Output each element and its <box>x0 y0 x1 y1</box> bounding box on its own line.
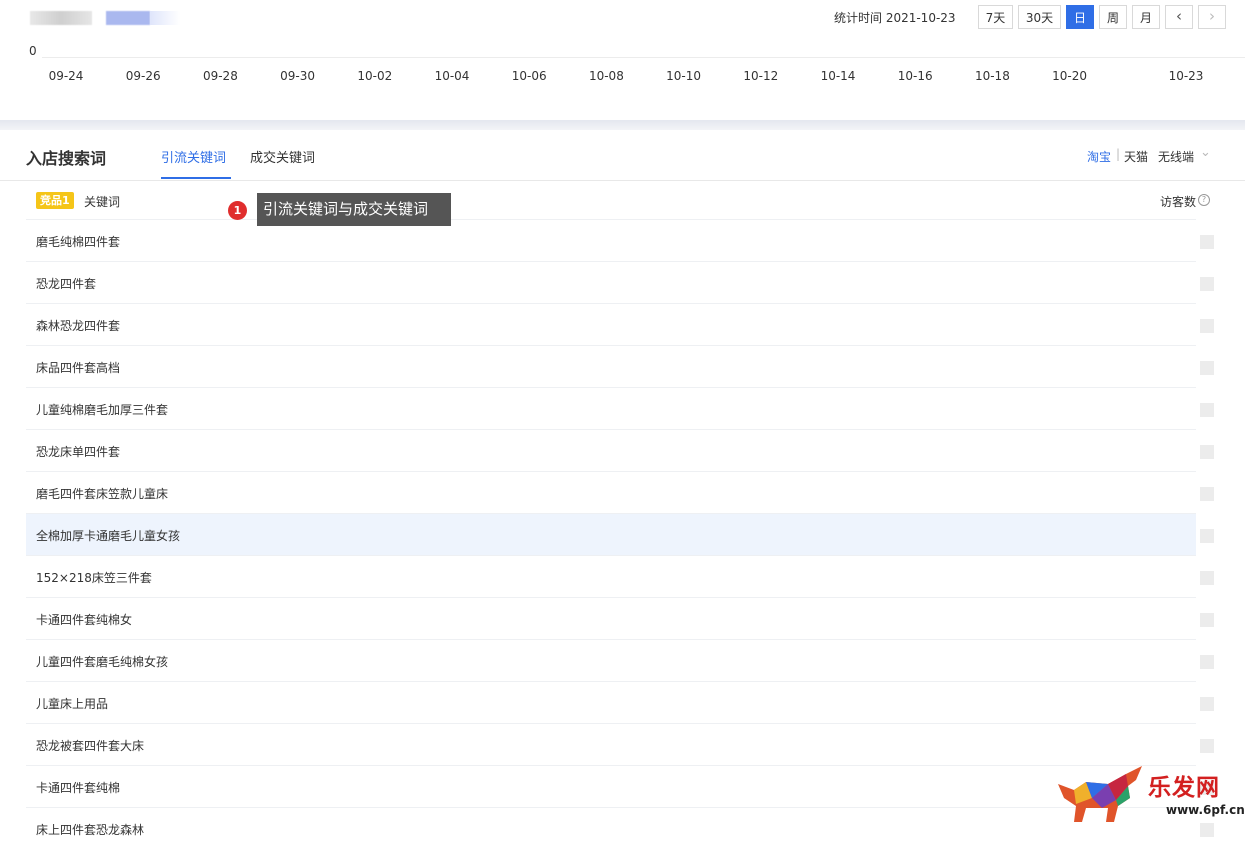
x-tick-label: 10-06 <box>511 69 547 83</box>
keyword-cell: 恐龙四件套 <box>36 277 97 291</box>
blurred-shop-name <box>30 11 92 25</box>
range-day-button[interactable]: 日 <box>1066 5 1094 29</box>
visitor-count-cell <box>1200 319 1214 333</box>
visitor-count-cell <box>1200 487 1214 501</box>
section-title: 入店搜索词 <box>26 149 107 168</box>
x-tick-label: 10-18 <box>974 69 1010 83</box>
platform-taobao[interactable]: 淘宝 <box>1087 148 1111 165</box>
x-tick-label: 10-10 <box>666 69 702 83</box>
keyword-cell: 卡通四件套纯棉女 <box>36 613 133 627</box>
visitor-count-cell <box>1200 361 1214 375</box>
question-circle-icon[interactable]: ? <box>1198 194 1210 206</box>
table-row[interactable]: 磨毛纯棉四件套 <box>26 219 1214 261</box>
y-axis-zero-label: 0 <box>29 44 37 58</box>
section-divider <box>0 120 1245 130</box>
table-row[interactable]: 磨毛四件套床笠款儿童床 <box>26 471 1214 513</box>
keyword-cell: 卡通四件套纯棉 <box>36 781 121 795</box>
x-tick-label: 10-04 <box>434 69 470 83</box>
table-row[interactable]: 152×218床笠三件套 <box>26 555 1214 597</box>
visitor-count-cell <box>1200 571 1214 585</box>
platform-separator: | <box>1116 147 1121 161</box>
stat-time: 统计时间 2021-10-23 <box>834 11 956 25</box>
table-row[interactable]: 恐龙被套四件套大床 <box>26 723 1214 765</box>
x-tick-label: 10-20 <box>1052 69 1088 83</box>
keyword-cell: 磨毛四件套床笠款儿童床 <box>36 487 169 501</box>
range-week-button[interactable]: 周 <box>1099 5 1127 29</box>
visitor-count-cell <box>1200 655 1214 669</box>
keyword-cell: 床品四件套高档 <box>36 361 121 375</box>
keyword-cell: 儿童床上用品 <box>36 697 109 711</box>
tab-deal-keywords[interactable]: 成交关键词 <box>250 147 315 166</box>
x-tick-label: 10-14 <box>820 69 856 83</box>
keyword-cell: 恐龙床单四件套 <box>36 445 121 459</box>
visitor-count-cell <box>1200 823 1214 837</box>
table-row[interactable]: 卡通四件套纯棉女 <box>26 597 1214 639</box>
visitor-count-cell <box>1200 235 1214 249</box>
table-row[interactable]: 儿童四件套磨毛纯棉女孩 <box>26 639 1214 681</box>
trend-chart: 0 09-24 09-26 09-28 09-30 10-02 10-04 10-06 10-… <box>0 40 1245 120</box>
visitor-count-cell <box>1200 739 1214 753</box>
range-7d-button[interactable]: 7天 <box>978 5 1013 29</box>
visitor-count-cell <box>1200 403 1214 417</box>
table-row[interactable]: 全棉加厚卡通磨毛儿童女孩 <box>26 513 1214 555</box>
active-tab-indicator <box>161 177 231 179</box>
table-row[interactable]: 恐龙四件套 <box>26 261 1214 303</box>
keyword-cell: 森林恐龙四件套 <box>36 319 121 333</box>
table-row[interactable]: 儿童床上用品 <box>26 681 1214 723</box>
annotation-tooltip: 引流关键词与成交关键词 <box>257 193 451 226</box>
x-tick-label: 10-16 <box>897 69 933 83</box>
keyword-cell: 全棉加厚卡通磨毛儿童女孩 <box>36 529 181 543</box>
range-month-button[interactable]: 月 <box>1132 5 1160 29</box>
keyword-cell: 儿童四件套磨毛纯棉女孩 <box>36 655 169 669</box>
top-bar: 统计时间 2021-10-23 7天 30天 日 周 月 ‹ › <box>0 0 1245 40</box>
x-tick-label: 10-23 <box>1168 69 1204 83</box>
chevron-down-icon[interactable]: ⌄ <box>1200 145 1211 160</box>
column-header-keyword: 关键词 <box>84 195 121 209</box>
x-tick-label: 09-28 <box>202 69 238 83</box>
competitor-badge: 竞品1 <box>36 192 74 209</box>
keyword-cell: 152×218床笠三件套 <box>36 571 152 585</box>
visitor-count-cell <box>1200 277 1214 291</box>
section-rule <box>0 180 1245 181</box>
keyword-cell: 恐龙被套四件套大床 <box>36 739 145 753</box>
watermark-url: www.6pf.cn <box>1166 803 1245 817</box>
range-30d-button[interactable]: 30天 <box>1018 5 1061 29</box>
table-row[interactable]: 森林恐龙四件套 <box>26 303 1214 345</box>
visitor-count-cell <box>1200 613 1214 627</box>
column-header-visitors[interactable]: 访客数 <box>1160 193 1196 210</box>
table-row[interactable]: 床上四件套恐龙森林 <box>26 807 1214 849</box>
x-tick-label: 10-08 <box>588 69 624 83</box>
table-row[interactable]: 儿童纯棉磨毛加厚三件套 <box>26 387 1214 429</box>
keyword-cell: 磨毛纯棉四件套 <box>36 235 121 249</box>
table-row[interactable]: 卡通四件套纯棉 <box>26 765 1214 807</box>
tab-traffic-keywords[interactable]: 引流关键词 <box>161 147 226 166</box>
x-tick-label: 09-30 <box>280 69 316 83</box>
x-tick-label: 10-02 <box>357 69 393 83</box>
visitor-count-cell <box>1200 529 1214 543</box>
bull-logo-icon <box>1058 766 1142 822</box>
x-tick-label: 10-12 <box>743 69 779 83</box>
blurred-shop-tag <box>106 11 150 25</box>
platform-tmall[interactable]: 天猫 <box>1124 148 1148 165</box>
visitor-count-cell <box>1200 697 1214 711</box>
chevron-right-icon[interactable]: › <box>1198 5 1226 29</box>
chevron-left-icon[interactable]: ‹ <box>1165 5 1193 29</box>
x-tick-label: 09-26 <box>125 69 161 83</box>
x-axis-line <box>42 57 1245 58</box>
watermark-site-name: 乐发网 <box>1148 774 1220 801</box>
table-row[interactable]: 床品四件套高档 <box>26 345 1214 387</box>
x-tick-label: 09-24 <box>48 69 84 83</box>
annotation-number-badge: 1 <box>228 201 247 220</box>
keyword-cell: 儿童纯棉磨毛加厚三件套 <box>36 403 169 417</box>
device-select[interactable]: 无线端 <box>1158 148 1194 165</box>
blurred-shop-tag-fade <box>150 11 180 25</box>
table-row[interactable]: 恐龙床单四件套 <box>26 429 1214 471</box>
visitor-count-cell <box>1200 445 1214 459</box>
